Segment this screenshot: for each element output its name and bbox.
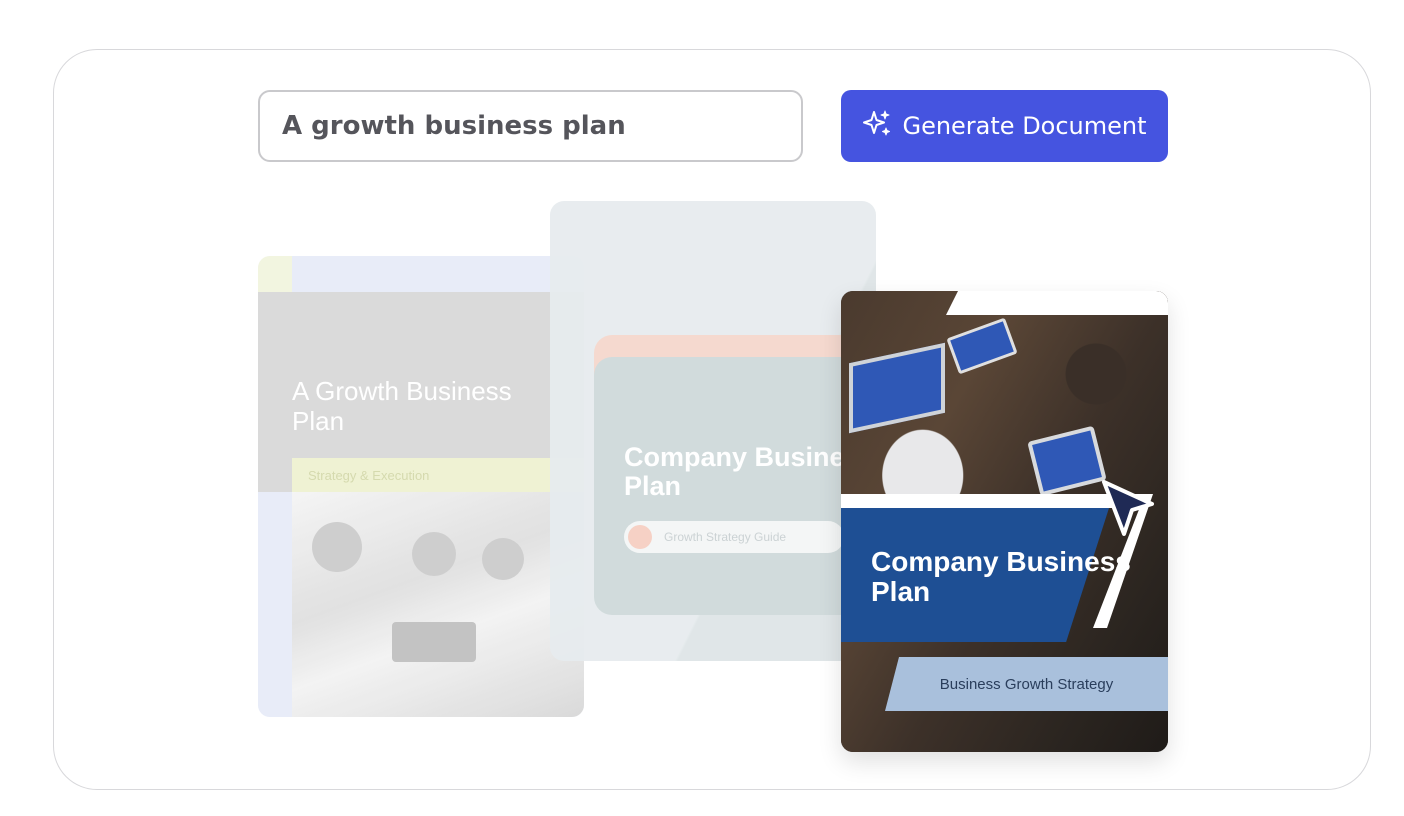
card-subtitle: Growth Strategy Guide bbox=[664, 530, 787, 544]
card-title: A Growth Business Plan bbox=[292, 376, 512, 436]
generate-document-label: Generate Document bbox=[902, 112, 1147, 140]
card-accent-strip bbox=[292, 256, 584, 292]
generate-document-button[interactable]: Generate Document bbox=[841, 90, 1168, 162]
card-subtitle-pill: Growth Strategy Guide bbox=[624, 521, 844, 553]
pill-dot-icon bbox=[628, 525, 652, 549]
card-subtitle: Strategy & Execution bbox=[292, 458, 584, 492]
cursor-arrow-icon bbox=[1102, 480, 1154, 536]
card-title: Company Business Plan bbox=[871, 546, 1131, 607]
card-photo bbox=[292, 492, 584, 717]
prompt-input-value: A growth business plan bbox=[282, 111, 626, 141]
card-side-strip bbox=[258, 492, 292, 717]
sparkle-icon bbox=[862, 108, 892, 144]
template-card-growth-plan[interactable]: A Growth Business Plan Strategy & Execut… bbox=[258, 256, 584, 717]
prompt-input[interactable]: A growth business plan bbox=[258, 90, 803, 162]
template-card-company-plan-faded[interactable]: Company Business Plan Growth Strategy Gu… bbox=[550, 201, 876, 661]
card-accent-strip bbox=[946, 291, 1168, 315]
card-accent-strip bbox=[258, 256, 292, 292]
card-title: Company Business Plan bbox=[624, 442, 875, 501]
card-subtitle: Business Growth Strategy bbox=[885, 657, 1168, 711]
